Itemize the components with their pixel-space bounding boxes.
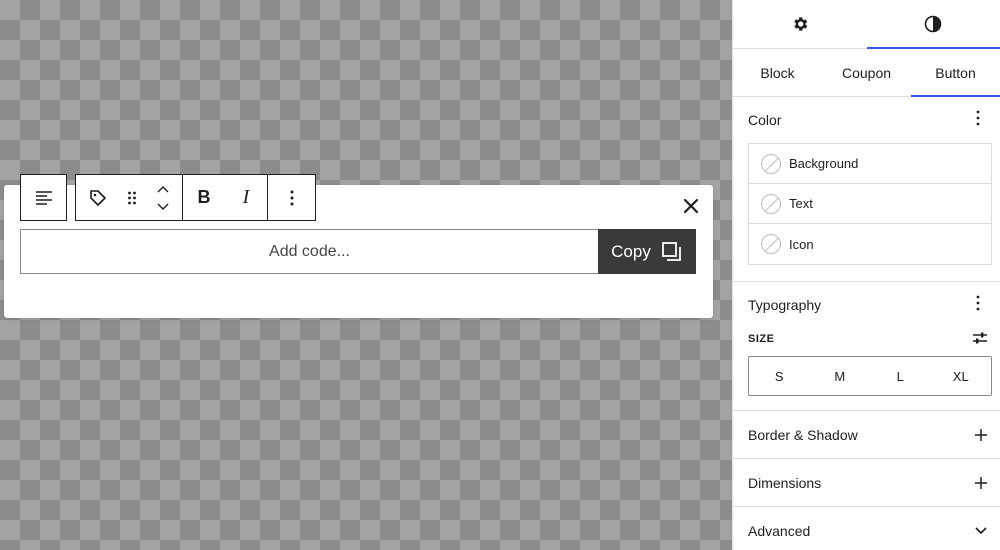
move-up-down-button[interactable] [144, 175, 182, 220]
sidebar-top-tabs [733, 0, 1000, 49]
size-option-m[interactable]: M [810, 357, 871, 395]
block-options-button[interactable] [268, 175, 315, 220]
color-panel-header: Color [733, 97, 1000, 143]
copy-button-label: Copy [611, 241, 651, 261]
close-icon [683, 198, 699, 214]
code-input[interactable]: Add code... [20, 229, 598, 274]
tab-styles[interactable] [866, 0, 1000, 49]
bold-button[interactable]: B [183, 175, 225, 220]
color-panel-title: Color [748, 112, 782, 128]
color-item-label: Text [789, 196, 813, 211]
size-option-label: S [774, 368, 784, 384]
color-list: Background Text Icon [748, 143, 992, 265]
toolbar-align-group [20, 174, 67, 221]
custom-size-button[interactable] [972, 331, 988, 348]
plus-icon[interactable] [974, 428, 988, 442]
typography-panel-header: Typography [733, 282, 1000, 328]
copy-icon [661, 241, 681, 261]
drag-handle[interactable] [120, 175, 144, 220]
size-row: SIZE [733, 328, 1000, 350]
code-placeholder: Add code... [269, 242, 350, 260]
sidebar-sub-tabs: Block Coupon Button [733, 49, 1000, 97]
italic-label: I [242, 186, 250, 208]
drag-handle-icon [128, 191, 136, 204]
color-panel: Color Background Text Icon [733, 97, 1000, 282]
color-item-background[interactable]: Background [749, 144, 991, 184]
size-option-s[interactable]: S [749, 357, 810, 395]
tag-icon [90, 189, 106, 206]
color-item-label: Icon [789, 236, 814, 252]
align-left-icon [35, 190, 52, 205]
italic-button[interactable]: I [225, 175, 267, 220]
font-size-picker: S M L XL [748, 356, 992, 396]
tab-settings[interactable] [733, 0, 867, 48]
typography-options-button[interactable] [968, 295, 988, 316]
advanced-header[interactable]: Advanced [733, 507, 1000, 550]
more-vertical-icon [976, 110, 980, 125]
plus-icon[interactable] [974, 476, 988, 490]
gear-icon [794, 17, 808, 31]
size-option-label: L [896, 368, 904, 384]
settings-sliders-icon [973, 332, 987, 343]
size-option-l[interactable]: L [870, 357, 931, 395]
more-vertical-icon [290, 190, 293, 205]
chevron-up-down-icon [157, 185, 169, 210]
dimensions-title: Dimensions [748, 474, 822, 491]
color-item-icon[interactable]: Icon [749, 224, 991, 264]
dimensions-panel[interactable]: Dimensions [733, 459, 1000, 507]
align-button[interactable] [21, 175, 66, 220]
dimensions-header[interactable]: Dimensions [733, 459, 1000, 506]
typography-panel-title: Typography [748, 297, 822, 313]
tab-block[interactable]: Block [733, 49, 822, 96]
chevron-down-icon[interactable] [974, 526, 988, 536]
toolbar-main-group: B I [75, 174, 316, 221]
coupon-block-button[interactable] [76, 175, 120, 220]
advanced-panel[interactable]: Advanced [733, 507, 1000, 550]
empty-swatch-icon [761, 193, 781, 214]
color-item-text[interactable]: Text [749, 184, 991, 224]
empty-swatch-icon [761, 153, 781, 174]
settings-sidebar: Block Coupon Button Color Background Tex… [732, 0, 1000, 550]
contrast-icon [924, 15, 942, 33]
close-button[interactable] [675, 190, 707, 222]
size-option-label: XL [952, 368, 969, 384]
border-shadow-header[interactable]: Border & Shadow [733, 411, 1000, 458]
empty-swatch-icon [761, 234, 781, 254]
advanced-title: Advanced [748, 522, 811, 539]
size-option-xl[interactable]: XL [931, 357, 992, 395]
color-options-button[interactable] [968, 110, 988, 131]
tab-coupon[interactable]: Coupon [822, 49, 911, 96]
size-label: SIZE [748, 333, 775, 345]
border-shadow-title: Border & Shadow [748, 426, 858, 443]
tab-coupon-label: Coupon [841, 64, 892, 81]
color-item-label: Background [789, 156, 859, 171]
tab-block-label: Block [760, 64, 795, 81]
tab-button-label: Button [935, 64, 976, 81]
copy-button[interactable]: Copy [598, 229, 696, 274]
bold-label: B [197, 187, 211, 207]
tab-button[interactable]: Button [911, 49, 1000, 97]
more-vertical-icon [976, 295, 980, 310]
typography-panel: Typography SIZE S M L XL [733, 282, 1000, 411]
size-option-label: M [834, 368, 846, 384]
border-shadow-panel[interactable]: Border & Shadow [733, 411, 1000, 459]
